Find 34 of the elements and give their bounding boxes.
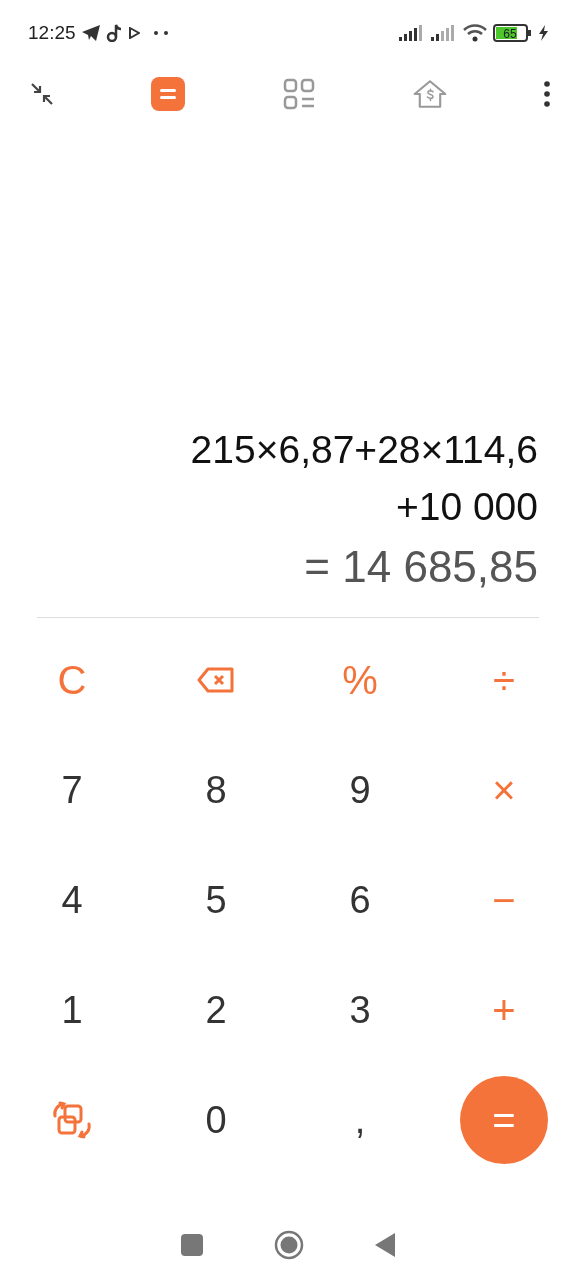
dots-icon: [153, 31, 168, 35]
expression-line: 215×6,87+28×114,6: [190, 427, 538, 473]
collapse-button[interactable]: [30, 82, 54, 106]
status-time: 12:25: [28, 22, 76, 44]
digit-key[interactable]: 0: [172, 1076, 260, 1164]
recents-button[interactable]: [181, 1234, 203, 1256]
paper-plane-icon: [81, 25, 100, 41]
more-menu-button[interactable]: [544, 81, 550, 107]
home-button[interactable]: [274, 1230, 304, 1260]
digit-key[interactable]: 8: [172, 746, 260, 834]
expression-line: +10 000: [395, 484, 538, 530]
back-button[interactable]: [375, 1233, 395, 1257]
converter-tab[interactable]: [282, 77, 316, 111]
digit-key[interactable]: 3: [316, 966, 404, 1054]
digit-key[interactable]: 6: [316, 856, 404, 944]
backspace-icon: [197, 667, 235, 693]
convert-icon: [51, 1100, 93, 1140]
music-note-icon: [105, 24, 122, 42]
charging-icon: [539, 25, 548, 41]
wifi-icon: [463, 24, 487, 42]
equals-icon: [160, 88, 176, 100]
calculator-tab[interactable]: [151, 77, 185, 111]
play-icon: [127, 27, 140, 39]
digit-key[interactable]: 2: [172, 966, 260, 1054]
result-value: = 14 685,85: [304, 541, 538, 593]
digit-key[interactable]: 4: [28, 856, 116, 944]
signal-icon: [431, 25, 457, 41]
digit-key[interactable]: 1: [28, 966, 116, 1054]
finance-tab[interactable]: [413, 77, 447, 111]
digit-key[interactable]: 5: [172, 856, 260, 944]
signal-icon: [399, 25, 425, 41]
digit-key[interactable]: 7: [28, 746, 116, 834]
digit-key[interactable]: ,: [316, 1076, 404, 1164]
digit-key[interactable]: 9: [316, 746, 404, 834]
